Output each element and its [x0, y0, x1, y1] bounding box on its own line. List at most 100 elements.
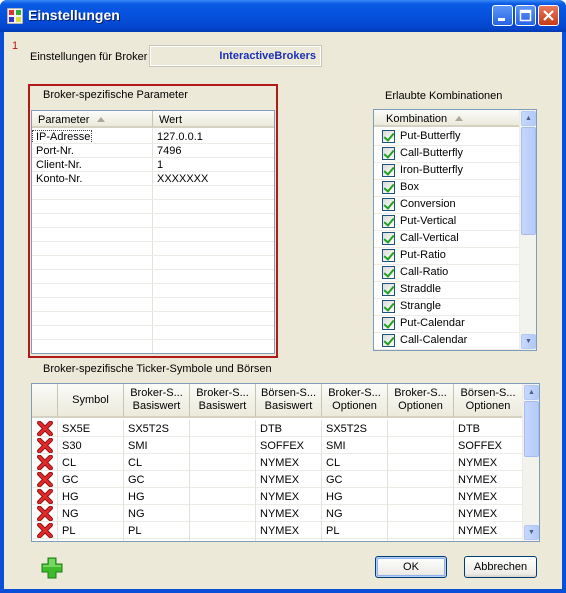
checkbox-checked-icon[interactable] — [382, 317, 395, 330]
tickers-scrollbar[interactable]: ▲ ▼ — [522, 384, 539, 541]
ticker-cell[interactable]: NYMEX — [454, 524, 497, 538]
params-cell-wert[interactable] — [153, 214, 157, 228]
params-cell-wert[interactable]: 127.0.0.1 — [153, 130, 203, 144]
ticker-cell[interactable] — [190, 473, 194, 487]
ticker-row[interactable]: CL CL NYMEX CL NYMEX — [32, 454, 523, 471]
params-cell-wert[interactable] — [153, 270, 157, 284]
cancel-button[interactable]: Abbrechen — [464, 556, 537, 578]
ticker-cell[interactable]: DTB — [454, 422, 480, 436]
params-row[interactable]: IP-Adresse 127.0.0.1 — [32, 130, 274, 144]
ticker-cell[interactable]: CL — [322, 456, 340, 470]
delete-row-icon[interactable] — [37, 421, 53, 436]
checkbox-checked-icon[interactable] — [382, 147, 395, 160]
tickers-header-col-3[interactable]: Börsen-S... Basiswert — [256, 384, 322, 418]
delete-row-icon[interactable] — [37, 455, 53, 470]
ticker-row[interactable]: HG HG NYMEX HG NYMEX — [32, 488, 523, 505]
checkbox-checked-icon[interactable] — [382, 334, 395, 347]
combo-item[interactable]: Strangle — [374, 299, 520, 316]
ticker-cell[interactable]: GC — [124, 473, 145, 487]
params-cell-wert[interactable] — [153, 228, 157, 242]
tickers-header-col-2[interactable]: Broker-S... Basiswert — [190, 384, 256, 418]
ticker-cell[interactable] — [388, 456, 392, 470]
ticker-cell[interactable]: NYMEX — [454, 473, 497, 487]
ticker-cell[interactable]: NYMEX — [454, 456, 497, 470]
params-cell-wert[interactable] — [153, 340, 157, 353]
checkbox-checked-icon[interactable] — [382, 130, 395, 143]
ticker-cell[interactable]: NG — [322, 507, 343, 521]
ticker-cell[interactable]: NG — [124, 507, 145, 521]
ticker-cell[interactable]: SX5E — [58, 422, 90, 436]
ticker-cell[interactable]: NG — [58, 507, 79, 521]
ticker-cell[interactable]: NYMEX — [454, 490, 497, 504]
title-bar[interactable]: Einstellungen — [0, 0, 566, 32]
ticker-cell[interactable]: SX5T2S — [322, 422, 367, 436]
combos-list[interactable]: Kombination Put-Butterfly Call-Butterfly I… — [373, 109, 537, 351]
params-cell-parameter[interactable] — [32, 326, 36, 340]
ticker-cell[interactable] — [190, 422, 194, 436]
params-cell-wert[interactable] — [153, 326, 157, 340]
checkbox-checked-icon[interactable] — [382, 164, 395, 177]
ticker-cell[interactable] — [190, 524, 194, 538]
tickers-grid[interactable]: Symbol Broker-S... Basiswert Broker-S... B… — [31, 383, 540, 542]
params-cell-parameter[interactable] — [32, 256, 36, 270]
checkbox-checked-icon[interactable] — [382, 300, 395, 313]
params-row[interactable] — [32, 186, 274, 200]
scroll-thumb[interactable] — [521, 127, 536, 235]
ticker-cell[interactable]: PL — [58, 524, 75, 538]
combo-item[interactable]: Call-Vertical — [374, 231, 520, 248]
params-cell-parameter[interactable]: Client-Nr. — [32, 158, 82, 172]
ticker-cell[interactable]: HG — [58, 490, 79, 504]
checkbox-checked-icon[interactable] — [382, 249, 395, 262]
ticker-cell[interactable] — [388, 524, 392, 538]
params-row[interactable] — [32, 242, 274, 256]
ticker-row[interactable]: NG NG NYMEX NG NYMEX — [32, 505, 523, 522]
ticker-cell[interactable]: NYMEX — [256, 456, 299, 470]
ticker-cell[interactable]: HG — [124, 490, 145, 504]
delete-row-icon[interactable] — [37, 472, 53, 487]
ticker-cell[interactable] — [190, 507, 194, 521]
params-cell-wert[interactable]: 1 — [153, 158, 163, 172]
ticker-row[interactable]: S30 SMI SOFFEX SMI SOFFEX — [32, 437, 523, 454]
params-cell-parameter[interactable] — [32, 242, 36, 256]
ticker-cell[interactable] — [388, 507, 392, 521]
ticker-cell[interactable]: GC — [58, 473, 79, 487]
ticker-cell[interactable]: SOFFEX — [256, 439, 304, 453]
params-cell-wert[interactable] — [153, 284, 157, 298]
combos-scrollbar[interactable]: ▲ ▼ — [519, 110, 536, 350]
params-cell-parameter[interactable] — [32, 270, 36, 284]
checkbox-checked-icon[interactable] — [382, 215, 395, 228]
params-cell-wert[interactable]: XXXXXXX — [153, 172, 208, 186]
params-cell-parameter[interactable]: IP-Adresse — [32, 130, 92, 144]
ticker-row[interactable]: PL PL NYMEX PL NYMEX — [32, 522, 523, 539]
checkbox-checked-icon[interactable] — [382, 198, 395, 211]
tickers-header-col-6[interactable]: Börsen-S... Optionen — [454, 384, 523, 418]
tickers-header-col-1[interactable]: Broker-S... Basiswert — [124, 384, 190, 418]
ticker-cell[interactable]: SMI — [322, 439, 346, 453]
params-cell-wert[interactable] — [153, 312, 157, 326]
tickers-header-col-5[interactable]: Broker-S... Optionen — [388, 384, 454, 418]
combo-item[interactable]: Put-Butterfly — [374, 129, 520, 146]
ticker-cell[interactable]: HG — [322, 490, 343, 504]
checkbox-checked-icon[interactable] — [382, 232, 395, 245]
params-cell-wert[interactable] — [153, 242, 157, 256]
maximize-button[interactable] — [515, 5, 536, 26]
params-cell-parameter[interactable] — [32, 200, 36, 214]
delete-row-icon[interactable] — [37, 506, 53, 521]
ticker-cell[interactable]: DTB — [256, 422, 282, 436]
params-cell-parameter[interactable] — [32, 340, 36, 353]
params-grid[interactable]: Parameter Wert IP-Adresse 127.0.0.1 Port-N… — [31, 110, 275, 354]
ticker-cell[interactable] — [388, 422, 392, 436]
checkbox-checked-icon[interactable] — [382, 283, 395, 296]
combo-item[interactable]: Call-Calendar — [374, 333, 520, 350]
params-row[interactable] — [32, 312, 274, 326]
params-row[interactable] — [32, 256, 274, 270]
combo-item[interactable]: Conversion — [374, 197, 520, 214]
checkbox-checked-icon[interactable] — [382, 266, 395, 279]
ticker-cell[interactable]: PL — [322, 524, 339, 538]
combo-item[interactable]: Call-Ratio — [374, 265, 520, 282]
ticker-cell[interactable]: NYMEX — [256, 524, 299, 538]
params-header-wert[interactable]: Wert — [153, 111, 274, 128]
ticker-row[interactable]: SX5E SX5T2S DTB SX5T2S DTB — [32, 420, 523, 437]
ticker-cell[interactable] — [190, 490, 194, 504]
ticker-cell[interactable]: GC — [322, 473, 343, 487]
